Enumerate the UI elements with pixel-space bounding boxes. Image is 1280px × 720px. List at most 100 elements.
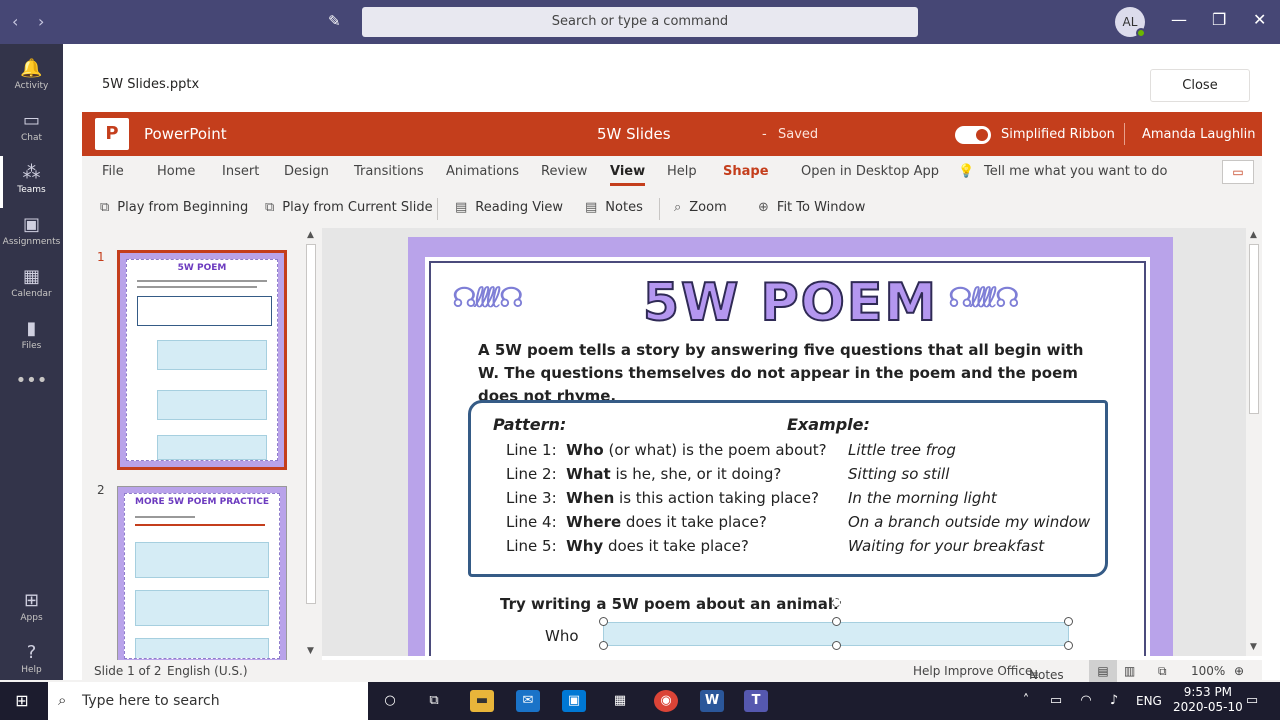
resize-handle[interactable] bbox=[832, 641, 841, 650]
prompt-text[interactable]: Try writing a 5W poem about an animal. bbox=[500, 595, 839, 613]
intro-text[interactable]: A 5W poem tells a story by answering fiv… bbox=[478, 339, 1098, 408]
presence-dot bbox=[1136, 28, 1146, 38]
tab-file[interactable]: File bbox=[102, 164, 124, 179]
close-window-icon[interactable]: ✕ bbox=[1253, 10, 1266, 29]
files-icon: ▮ bbox=[26, 318, 37, 339]
close-button[interactable]: Close bbox=[1150, 69, 1250, 102]
notes-icon: ▤ bbox=[585, 200, 598, 215]
rail-label: Assignments bbox=[2, 237, 61, 247]
tab-help[interactable]: Help bbox=[667, 164, 697, 179]
ribbon-tabs: File Home Insert Design Transitions Anim… bbox=[82, 156, 1262, 190]
pattern-box[interactable]: Pattern: Example: Line 1: Who (or what) … bbox=[468, 400, 1108, 577]
tab-home[interactable]: Home bbox=[157, 164, 195, 179]
mail-icon[interactable]: ✉ bbox=[516, 690, 540, 712]
tab-shape[interactable]: Shape bbox=[723, 164, 769, 179]
pattern-line: Line 1: Who (or what) is the poem about? bbox=[506, 441, 827, 459]
slide-title[interactable]: 5W POEM bbox=[408, 272, 1173, 334]
fit-to-window-button[interactable]: ⊕ Fit To Window bbox=[758, 200, 865, 215]
language[interactable]: English (U.S.) bbox=[167, 664, 248, 678]
open-desktop-app-button[interactable]: Open in Desktop App bbox=[801, 164, 939, 179]
play-from-current-button[interactable]: ⧉ Play from Current Slide bbox=[265, 200, 433, 215]
rail-files[interactable]: ▮ Files bbox=[0, 312, 63, 364]
file-explorer-icon[interactable]: ▬ bbox=[470, 690, 494, 712]
taskbar-search[interactable]: ⌕ Type here to search bbox=[48, 682, 368, 720]
teams-taskbar-icon[interactable]: T bbox=[744, 690, 768, 712]
scroll-up-icon[interactable]: ▲ bbox=[1250, 230, 1257, 240]
input-language[interactable]: ENG bbox=[1136, 694, 1162, 708]
tab-insert[interactable]: Insert bbox=[222, 164, 259, 179]
volume-icon[interactable]: ♪ bbox=[1102, 690, 1126, 712]
answer-lines bbox=[135, 590, 269, 626]
rail-teams[interactable]: ⁂ Teams bbox=[0, 156, 63, 208]
button-label: Zoom bbox=[689, 200, 727, 215]
chevron-up-icon[interactable]: ˄ bbox=[1014, 690, 1038, 712]
rail-apps[interactable]: ⊞ Apps bbox=[0, 584, 63, 636]
rail-activity[interactable]: 🔔 Activity bbox=[0, 52, 63, 104]
more-apps-button[interactable]: ••• bbox=[0, 370, 63, 422]
tab-review[interactable]: Review bbox=[541, 164, 587, 179]
maximize-icon[interactable]: ❐ bbox=[1212, 10, 1226, 29]
scroll-up-icon[interactable]: ▲ bbox=[307, 230, 314, 240]
rail-label: Calendar bbox=[11, 289, 52, 299]
compose-icon[interactable]: ✎ bbox=[328, 12, 341, 30]
store-icon[interactable]: ▣ bbox=[562, 690, 586, 712]
tab-view[interactable]: View bbox=[610, 164, 646, 186]
comments-icon[interactable]: ▭ bbox=[1222, 160, 1254, 184]
forward-arrow-icon[interactable]: › bbox=[38, 12, 44, 31]
resize-handle[interactable] bbox=[599, 641, 608, 650]
resize-handle[interactable] bbox=[832, 617, 841, 626]
thumbnails-scrollbar[interactable]: ▲ ▼ bbox=[304, 230, 318, 660]
slide-thumbnail-1[interactable]: 5W POEM bbox=[117, 250, 287, 470]
wifi-icon[interactable]: ◠ bbox=[1074, 690, 1098, 712]
scroll-down-icon[interactable]: ▼ bbox=[307, 646, 314, 656]
minimize-icon[interactable]: — bbox=[1171, 10, 1187, 29]
system-clock[interactable]: 9:53 PM 2020-05-10 bbox=[1173, 685, 1243, 715]
reading-view-icon[interactable]: ▥ bbox=[1124, 664, 1135, 678]
scrollbar-thumb[interactable] bbox=[1249, 244, 1259, 414]
slide-thumbnail-2[interactable]: MORE 5W POEM PRACTICE bbox=[117, 486, 287, 666]
tab-animations[interactable]: Animations bbox=[446, 164, 519, 179]
slideshow-icon[interactable]: ⧉ bbox=[1158, 664, 1167, 679]
chat-icon: ▭ bbox=[22, 110, 40, 131]
windows-start-icon[interactable]: ⊞ bbox=[10, 690, 34, 712]
who-label[interactable]: Who bbox=[545, 627, 579, 645]
normal-view-icon[interactable]: ▤ bbox=[1089, 660, 1117, 682]
zoom-button[interactable]: ⌕ Zoom bbox=[674, 200, 727, 215]
tab-transitions[interactable]: Transitions bbox=[354, 164, 424, 179]
rotate-handle-icon[interactable] bbox=[832, 598, 841, 607]
scroll-down-icon[interactable]: ▼ bbox=[1250, 642, 1257, 652]
play-from-beginning-button[interactable]: ⧉ Play from Beginning bbox=[100, 200, 248, 215]
rail-calendar[interactable]: ▦ Calendar bbox=[0, 260, 63, 312]
answer-lines bbox=[135, 542, 269, 578]
simplified-ribbon-toggle[interactable] bbox=[955, 126, 991, 144]
battery-icon[interactable]: ▭ bbox=[1044, 690, 1068, 712]
command-search-box[interactable]: Search or type a command bbox=[362, 7, 918, 37]
user-name[interactable]: Amanda Laughlin bbox=[1142, 127, 1256, 142]
tab-design[interactable]: Design bbox=[284, 164, 329, 179]
briefcase-icon[interactable]: ▦ bbox=[608, 690, 632, 712]
avatar[interactable]: AL bbox=[1115, 7, 1146, 38]
reading-view-button[interactable]: ▤ Reading View bbox=[455, 200, 563, 215]
status-bar: Slide 1 of 2 English (U.S.) Help Improve… bbox=[82, 660, 1262, 682]
rail-help[interactable]: ? Help bbox=[0, 636, 63, 688]
cortana-icon[interactable]: ○ bbox=[378, 690, 402, 712]
word-icon[interactable]: W bbox=[700, 690, 724, 712]
resize-handle[interactable] bbox=[1064, 617, 1073, 626]
notifications-icon[interactable]: ▭ bbox=[1240, 690, 1264, 712]
powerpoint-logo-icon: P bbox=[95, 118, 129, 150]
rail-assignments[interactable]: ▣ Assignments bbox=[0, 208, 63, 260]
rail-chat[interactable]: ▭ Chat bbox=[0, 104, 63, 156]
back-arrow-icon[interactable]: ‹ bbox=[12, 12, 18, 31]
help-improve-office-link[interactable]: Help Improve Office bbox=[913, 664, 1032, 678]
resize-handle[interactable] bbox=[1064, 641, 1073, 650]
scrollbar-thumb[interactable] bbox=[306, 244, 316, 604]
zoom-level[interactable]: 100% bbox=[1191, 664, 1225, 678]
document-title[interactable]: 5W Slides bbox=[597, 125, 671, 143]
canvas-scrollbar[interactable]: ▲ ▼ bbox=[1246, 228, 1262, 656]
tell-me-search[interactable]: Tell me what you want to do bbox=[984, 164, 1167, 179]
task-view-icon[interactable]: ⧉ bbox=[422, 690, 446, 712]
chrome-icon[interactable]: ◉ bbox=[654, 690, 678, 712]
fit-slide-icon[interactable]: ⊕ bbox=[1234, 664, 1244, 678]
resize-handle[interactable] bbox=[599, 617, 608, 626]
notes-button[interactable]: ▤ Notes bbox=[585, 200, 643, 215]
